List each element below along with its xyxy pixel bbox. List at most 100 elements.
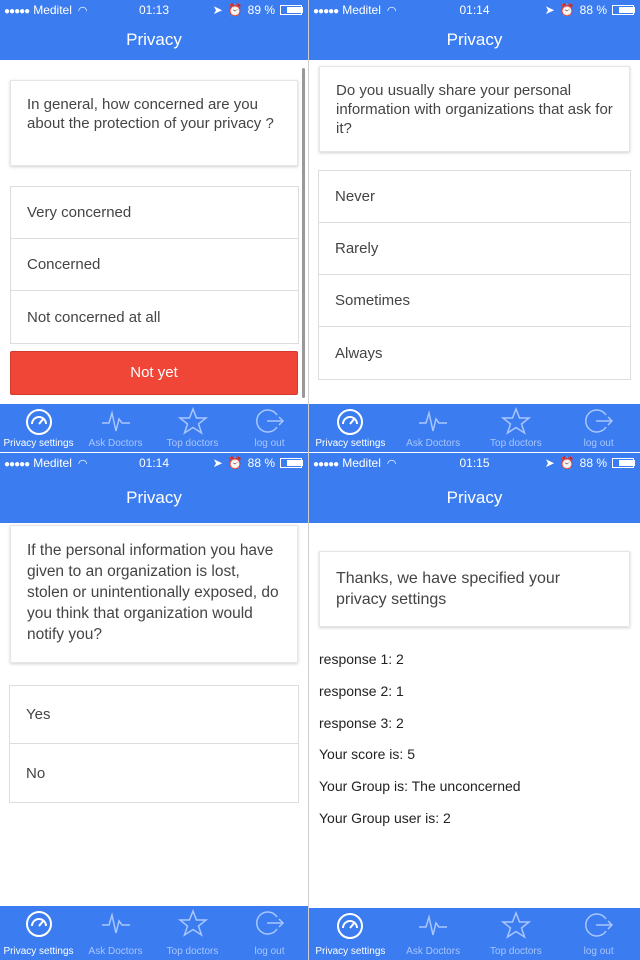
battery-percent: 88 % (579, 3, 607, 17)
answer-option[interactable]: Not concerned at all (11, 291, 298, 343)
scrollbar[interactable] (302, 68, 305, 398)
message-card: Thanks, we have specified your privacy s… (319, 551, 630, 627)
tab-privacy-settings[interactable]: Privacy settings (0, 404, 77, 452)
status-bar: ●●●●● Meditel ◠ 01:15 ➤ ⏰ 88 % (309, 453, 640, 473)
logout-icon (255, 911, 284, 935)
logout-icon (255, 409, 284, 433)
logout-icon (584, 913, 613, 937)
gauge-icon (337, 913, 364, 939)
location-icon: ➤ (544, 3, 555, 17)
page-title: Privacy (309, 473, 640, 523)
result-line: response 3: 2 (319, 715, 404, 731)
question-card: In general, how concerned are you about … (10, 80, 298, 166)
answer-option[interactable]: Never (319, 171, 630, 223)
option-label: Sometimes (335, 292, 411, 309)
tab-privacy-settings[interactable]: Privacy settings (309, 404, 392, 452)
page-title: Privacy (309, 20, 640, 60)
tab-label: log out (583, 946, 614, 957)
tab-label: Top doctors (166, 438, 219, 449)
message-text: Thanks, we have specified your privacy s… (336, 570, 561, 608)
pulse-icon (101, 912, 130, 934)
tab-label: Top doctors (490, 946, 542, 957)
tab-log-out[interactable]: log out (231, 906, 308, 960)
screen-notification: ●●●●● Meditel ◠ 01:14 ➤ ⏰ 88 % Privacy If th… (0, 453, 308, 960)
alarm-icon: ⏰ (559, 3, 575, 17)
logout-icon (584, 409, 613, 433)
tab-label: Ask Doctors (88, 438, 143, 449)
option-label: Very concerned (27, 204, 132, 221)
battery-icon (280, 5, 303, 15)
tab-label: Ask Doctors (406, 946, 461, 957)
tab-ask-doctors[interactable]: Ask Doctors (77, 404, 154, 452)
option-label: No (26, 764, 46, 782)
tab-ask-doctors[interactable]: Ask Doctors (77, 906, 154, 960)
screen-concern: ●●●●● Meditel ◠ 01:13 ➤ ⏰ 89 % Privacy In ge… (0, 0, 308, 452)
tab-ask-doctors[interactable]: Ask Doctors (392, 908, 475, 960)
status-bar: ●●●●● Meditel ◠ 01:13 ➤ ⏰ 89 % (0, 0, 308, 20)
answer-option[interactable]: Sometimes (319, 275, 630, 327)
tab-label: log out (583, 438, 614, 449)
result-line: response 1: 2 (319, 651, 404, 667)
tab-bar: Privacy settings Ask Doctors Top doctors… (309, 404, 640, 452)
tab-label: Privacy settings (315, 438, 386, 449)
tab-top-doctors[interactable]: Top doctors (475, 908, 558, 960)
answer-option[interactable]: Always (319, 327, 630, 379)
screen-sharing: ●●●●● Meditel ◠ 01:14 ➤ ⏰ 88 % Privacy Do yo… (309, 0, 640, 452)
option-label: Yes (26, 706, 51, 723)
question-card: Do you usually share your personal infor… (319, 66, 630, 152)
answer-option[interactable]: Concerned (11, 239, 298, 291)
tab-log-out[interactable]: log out (231, 404, 308, 452)
tab-label: Ask Doctors (406, 438, 461, 449)
tab-ask-doctors[interactable]: Ask Doctors (392, 404, 475, 452)
question-text: If the personal information you have giv… (27, 542, 279, 643)
result-line: Your Group is: The unconcerned (319, 778, 521, 794)
answer-option[interactable]: Very concerned (11, 187, 298, 239)
star-icon (177, 407, 208, 435)
tab-log-out[interactable]: log out (557, 404, 640, 452)
answer-list: Very concerned Concerned Not concerned a… (10, 186, 299, 344)
tab-label: Top doctors (490, 438, 542, 449)
tab-top-doctors[interactable]: Top doctors (475, 404, 558, 452)
answer-option[interactable]: No (10, 744, 298, 802)
status-bar: ●●●●● Meditel ◠ 01:14 ➤ ⏰ 88 % (309, 0, 640, 20)
battery-percent: 88 % (247, 456, 275, 470)
option-label: Rarely (335, 240, 379, 257)
result-line: Your Group user is: 2 (319, 810, 451, 826)
tab-top-doctors[interactable]: Top doctors (154, 404, 231, 452)
location-icon: ➤ (212, 3, 223, 17)
panel-divider (308, 0, 309, 960)
star-icon (500, 407, 531, 435)
location-icon: ➤ (212, 456, 223, 470)
tab-top-doctors[interactable]: Top doctors (154, 906, 231, 960)
status-bar: ●●●●● Meditel ◠ 01:14 ➤ ⏰ 88 % (0, 453, 308, 473)
alarm-icon: ⏰ (227, 456, 243, 470)
tab-label: Privacy settings (315, 946, 386, 957)
tab-privacy-settings[interactable]: Privacy settings (0, 906, 77, 960)
battery-icon (612, 5, 635, 15)
location-icon: ➤ (544, 456, 555, 470)
question-card: If the personal information you have giv… (10, 525, 298, 663)
question-text: In general, how concerned are you about … (27, 96, 274, 132)
not-yet-button[interactable]: Not yet (10, 351, 298, 395)
tab-bar: Privacy settings Ask Doctors Top doctors… (0, 906, 308, 960)
alarm-icon: ⏰ (559, 456, 575, 470)
pulse-icon (419, 914, 448, 936)
answer-list: Never Rarely Sometimes Always (318, 170, 631, 380)
tab-privacy-settings[interactable]: Privacy settings (309, 908, 392, 960)
question-text: Do you usually share your personal infor… (336, 82, 613, 137)
battery-icon (612, 458, 635, 468)
option-label: Never (335, 188, 376, 205)
result-line: Your score is: 5 (319, 746, 415, 762)
pulse-icon (101, 410, 130, 432)
answer-option[interactable]: Rarely (319, 223, 630, 275)
tab-bar: Privacy settings Ask Doctors Top doctors… (0, 404, 308, 452)
gauge-icon (25, 911, 52, 937)
option-label: Always (335, 344, 383, 362)
answer-option[interactable]: Yes (10, 686, 298, 744)
star-icon (500, 911, 531, 939)
tab-log-out[interactable]: log out (557, 908, 640, 960)
option-label: Not concerned at all (27, 308, 161, 326)
option-label: Concerned (27, 256, 101, 273)
tab-label: Privacy settings (3, 438, 74, 449)
tab-label: log out (254, 438, 285, 449)
